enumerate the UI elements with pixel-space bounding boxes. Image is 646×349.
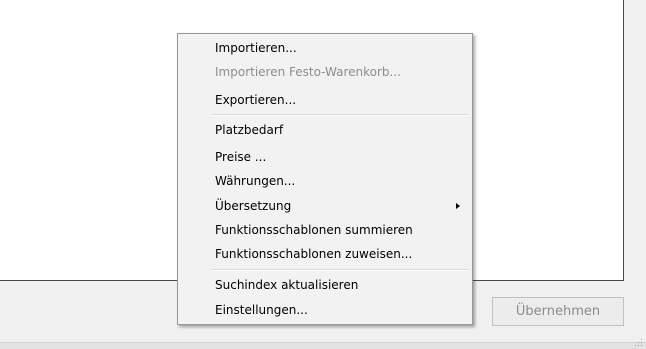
menu-item-currencies[interactable]: Währungen... [178, 169, 472, 193]
menu-item-import[interactable]: Importieren... [178, 36, 472, 60]
menu-separator [212, 114, 468, 116]
menu-item-export[interactable]: Exportieren... [178, 88, 472, 112]
context-menu: Importieren... Importieren Festo-Warenko… [177, 33, 473, 325]
menu-separator [212, 269, 468, 271]
status-strip [0, 339, 646, 349]
resize-grip-icon[interactable] [633, 337, 643, 347]
menu-item-sum-function-templates[interactable]: Funktionsschablonen summieren [178, 218, 472, 242]
menu-item-translation[interactable]: Übersetzung [178, 194, 472, 218]
submenu-arrow-icon [456, 203, 460, 209]
apply-button[interactable]: Übernehmen [492, 297, 624, 326]
menu-item-import-festo-cart[interactable]: Importieren Festo-Warenkorb... [178, 60, 472, 84]
menu-item-update-search-index[interactable]: Suchindex aktualisieren [178, 273, 472, 297]
menu-item-prices[interactable]: Preise ... [178, 145, 472, 169]
menu-item-settings[interactable]: Einstellungen... [178, 298, 472, 322]
menu-item-space-requirement[interactable]: Platzbedarf [178, 118, 472, 142]
menu-item-assign-function-templates[interactable]: Funktionsschablonen zuweisen... [178, 242, 472, 266]
menu-item-translation-label: Übersetzung [215, 199, 292, 213]
